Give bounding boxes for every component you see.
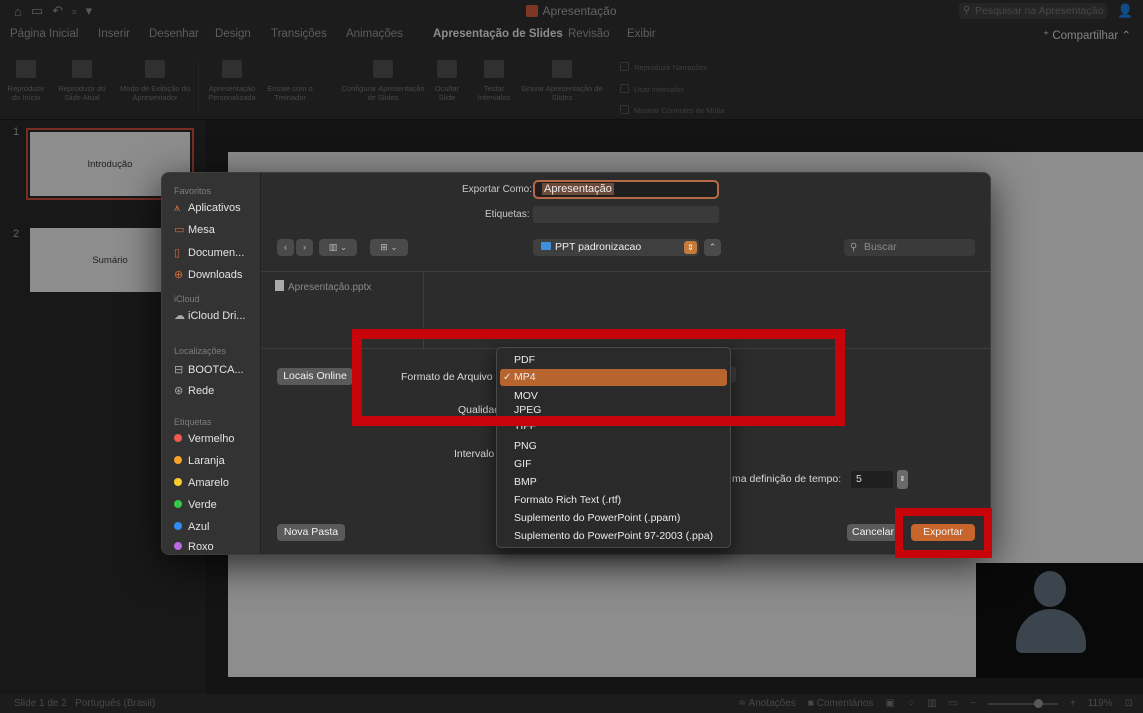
sidebar-item-documentos[interactable]: ▯ Documen... <box>174 246 244 259</box>
file-format-menu: PDF ✓ MP4 MOV JPEG TIFF PNG GIF BMP Forma… <box>496 347 731 548</box>
updown-arrows-icon: ⇕ <box>684 241 697 254</box>
forward-button[interactable]: › <box>296 239 313 256</box>
back-button[interactable]: ‹ <box>277 239 294 256</box>
dialog-sidebar: Favoritos ⩚ Aplicativos ▭ Mesa ▯ Documen...… <box>162 173 261 554</box>
disk-icon: ⊟ <box>174 364 184 376</box>
sidebar-item-downloads[interactable]: ⊕ Downloads <box>174 268 242 281</box>
export-as-label: Exportar Como: <box>462 184 533 195</box>
powerpoint-window: ⌂ ▭ ↶ ▫ ▾ Apresentação ⚲ Pesquisar na Apr… <box>0 0 1143 713</box>
folder-icon <box>541 242 551 250</box>
export-button[interactable]: Exportar <box>911 524 975 541</box>
sidebar-section-favoritos: Favoritos <box>174 186 212 196</box>
menu-item-bmp[interactable]: BMP <box>514 476 537 488</box>
tag-verde[interactable]: Verde <box>174 499 217 511</box>
sidebar-section-localizacoes: Localizações <box>174 346 227 356</box>
chevron-up-icon: ⌃ <box>708 242 717 252</box>
applications-icon: ⩚ <box>174 202 181 214</box>
menu-item-rtf[interactable]: Formato Rich Text (.rtf) <box>514 494 621 506</box>
sidebar-item-aplicativos[interactable]: ⩚ Aplicativos <box>174 202 241 215</box>
search-icon: ⚲ <box>850 242 858 253</box>
menu-item-jpeg[interactable]: JPEG <box>514 404 541 413</box>
sidebar-section-icloud: iCloud <box>174 294 200 304</box>
new-folder-button[interactable]: Nova Pasta <box>277 524 345 541</box>
orange-tag-dot <box>174 456 182 464</box>
tag-laranja[interactable]: Laranja <box>174 455 225 467</box>
tags-label: Etiquetas: <box>485 209 530 220</box>
network-icon: ⊛ <box>174 385 184 397</box>
menu-item-tiff[interactable]: TIFF <box>514 420 536 432</box>
downloads-icon: ⊕ <box>174 269 184 281</box>
collapse-button[interactable]: ⌃ <box>704 239 721 256</box>
menu-item-ppam[interactable]: Suplemento do PowerPoint (.ppam) <box>514 512 680 524</box>
menu-item-png[interactable]: PNG <box>514 440 537 452</box>
file-item[interactable]: Apresentação.pptx <box>275 280 371 293</box>
tag-azul[interactable]: Azul <box>174 521 209 533</box>
chevron-right-icon: › <box>303 242 306 252</box>
desktop-icon: ▭ <box>174 224 185 236</box>
tag-amarelo[interactable]: Amarelo <box>174 477 229 489</box>
interval-label: Intervalo <box>454 448 495 460</box>
menu-item-gif[interactable]: GIF <box>514 458 532 470</box>
cloud-icon: ☁ <box>174 310 185 322</box>
timing-field[interactable]: 5 <box>851 471 893 488</box>
purple-tag-dot <box>174 542 182 550</box>
file-browser: Apresentação.pptx <box>261 271 990 350</box>
cancel-button[interactable]: Cancelar <box>847 524 899 541</box>
group-button[interactable]: ⊞ ⌄ <box>370 239 408 256</box>
search-field[interactable]: ⚲ Buscar <box>844 239 975 256</box>
menu-item-mp4[interactable]: ✓ MP4 <box>500 369 727 386</box>
file-icon <box>275 280 284 291</box>
sidebar-item-bootcamp[interactable]: ⊟ BOOTCA... <box>174 363 244 376</box>
location-popup[interactable]: PPT padronizacao ⇕ <box>533 239 699 256</box>
tag-vermelho[interactable]: Vermelho <box>174 433 234 445</box>
sidebar-item-mesa[interactable]: ▭ Mesa <box>174 223 215 236</box>
menu-item-ppa[interactable]: Suplemento do PowerPoint 97-2003 (.ppa) <box>514 530 713 542</box>
checkmark-icon: ✓ <box>503 372 512 383</box>
document-icon: ▯ <box>174 247 181 259</box>
timing-stepper[interactable]: ⇕ <box>897 470 908 489</box>
tag-roxo[interactable]: Roxo <box>174 541 214 553</box>
export-name-field[interactable]: Apresentação <box>533 180 719 199</box>
sidebar-item-rede[interactable]: ⊛ Rede <box>174 384 214 397</box>
menu-item-mov[interactable]: MOV <box>514 390 538 402</box>
chevron-left-icon: ‹ <box>284 242 287 252</box>
blue-tag-dot <box>174 522 182 530</box>
sidebar-item-icloud-drive[interactable]: ☁ iCloud Dri... <box>174 309 245 322</box>
green-tag-dot <box>174 500 182 508</box>
updown-arrows-icon: ⇕ <box>899 476 906 483</box>
yellow-tag-dot <box>174 478 182 486</box>
tags-field[interactable] <box>533 206 719 223</box>
menu-item-pdf[interactable]: PDF <box>514 354 535 366</box>
sidebar-section-etiquetas: Etiquetas <box>174 417 212 427</box>
grid-icon: ⊞ ⌄ <box>380 242 398 252</box>
format-label: Formato de Arquivo <box>401 371 493 383</box>
file-column: Apresentação.pptx <box>261 272 424 350</box>
red-tag-dot <box>174 434 182 442</box>
online-locations-button[interactable]: Locais Online <box>277 368 353 385</box>
view-mode-button[interactable]: ▥ ⌄ <box>319 239 357 256</box>
timing-label: ma definição de tempo: <box>732 473 842 485</box>
column-view-icon: ▥ ⌄ <box>328 242 348 252</box>
